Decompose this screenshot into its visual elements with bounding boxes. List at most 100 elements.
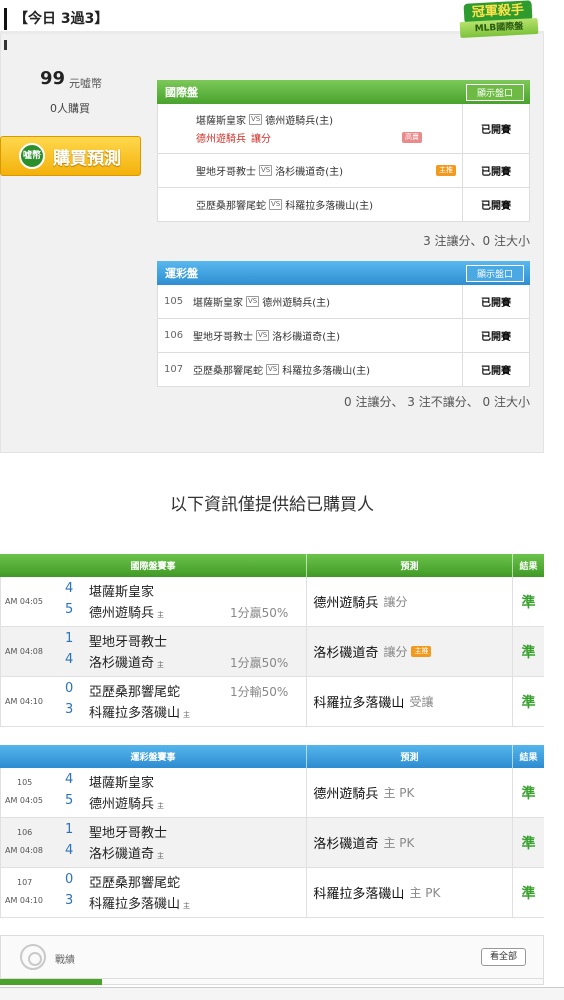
- price-unit: 元噓幣: [69, 77, 102, 90]
- buyer-count: 0人購買: [50, 102, 90, 115]
- home-team-line: 洛杉磯道奇主: [89, 843, 164, 862]
- game-status: 已開賽: [462, 353, 529, 386]
- home-score: 3: [65, 893, 74, 908]
- game-number: 107: [17, 878, 33, 887]
- target-icon: [20, 944, 46, 970]
- handicap-line: 1分輸50%: [230, 685, 289, 699]
- vs-icon: VS: [249, 114, 263, 125]
- game-time: AM 04:05: [5, 597, 43, 606]
- game-number: 105: [17, 778, 33, 787]
- home-team: 德州遊騎兵(主): [262, 298, 331, 309]
- away-score: 1: [65, 631, 74, 646]
- intl-show-odds-button[interactable]: 顯示盤口: [465, 83, 524, 101]
- vs-icon: VS: [269, 199, 283, 210]
- game-status: 已開賽: [462, 154, 529, 187]
- table-row: 105 AM 04:05 4 堪薩斯皇家 5 德州遊騎兵主 德州遊騎兵主 PK …: [0, 768, 544, 818]
- lottery-market-header: 運彩盤 顯示盤口: [157, 261, 530, 285]
- predicted-type: 受讓: [409, 695, 434, 709]
- home-team: 德州遊騎兵(主): [265, 116, 334, 127]
- lottery-market-row: 106 聖地牙哥教士 VS 洛杉磯道奇(主) 已開賽: [157, 319, 530, 353]
- handicap-line: 1分贏50%: [230, 656, 289, 670]
- vs-icon: VS: [266, 364, 280, 375]
- game-time: AM 04:08: [5, 846, 43, 855]
- col-header: 結果: [519, 562, 538, 572]
- intl-market-row: 亞歷桑那響尾蛇 VS 科羅拉多落磯山(主) 已開賽: [157, 188, 530, 222]
- home-team: 科羅拉多落磯山(主): [285, 201, 374, 212]
- intl-summary: 3 注讓分、0 注大小: [423, 234, 530, 248]
- home-team: 科羅拉多落磯山(主): [282, 366, 371, 377]
- away-team: 聖地牙哥教士: [89, 635, 168, 650]
- home-team: 科羅拉多落磯山: [89, 897, 181, 912]
- away-team: 堪薩斯皇家: [193, 298, 243, 309]
- predicted-team: 洛杉磯道奇: [313, 837, 379, 852]
- predicted-type: 主 PK: [409, 886, 441, 900]
- home-mark: 主: [183, 902, 191, 910]
- tab-active-indicator[interactable]: [0, 979, 102, 985]
- away-team: 亞歷桑那響尾蛇: [196, 201, 266, 212]
- vs-icon: VS: [246, 296, 260, 307]
- predicted-type: 讓分: [383, 645, 408, 659]
- see-all-button[interactable]: 看全部: [481, 948, 526, 966]
- home-team: 德州遊騎兵: [89, 797, 155, 812]
- pick-team: 德州遊騎兵: [196, 134, 246, 145]
- main-pick-tag: 主推: [436, 165, 456, 176]
- intl-market-row: 聖地牙哥教士 VS 洛杉磯道奇(主) 主推 已開賽: [157, 154, 530, 188]
- home-mark: 主: [157, 852, 165, 860]
- coin-icon: 噓幣: [19, 143, 45, 169]
- lottery-market-panel: 運彩盤 顯示盤口 105 堪薩斯皇家 VS 德州遊騎兵(主) 已開賽 106 聖…: [157, 261, 530, 387]
- game-status: 已開賽: [462, 319, 529, 352]
- away-score: 0: [65, 681, 74, 696]
- table-row: 107 AM 04:10 0 亞歷桑那響尾蛇 3 科羅拉多落磯山主 科羅拉多落磯…: [0, 868, 544, 918]
- home-team-line: 洛杉磯道奇主: [89, 652, 164, 671]
- lottery-results-table: 運彩盤賽事 預測 結果 105 AM 04:05 4 堪薩斯皇家 5 德州遊騎兵…: [0, 745, 544, 918]
- away-score: 4: [65, 772, 74, 787]
- game-time: AM 04:08: [5, 647, 43, 656]
- record-tabs: [0, 978, 544, 985]
- predicted-type: 主 PK: [383, 836, 415, 850]
- home-mark: 主: [157, 661, 165, 669]
- champion-badge: 冠軍殺手 MLB國際盤: [458, 0, 540, 42]
- predicted-type: 讓分: [383, 595, 408, 609]
- result-mark: 準: [521, 644, 536, 661]
- home-score: 5: [65, 602, 74, 617]
- game-number: 106: [17, 828, 33, 837]
- result-mark: 準: [521, 885, 536, 902]
- lottery-show-odds-button[interactable]: 顯示盤口: [465, 264, 524, 282]
- home-team: 洛杉磯道奇(主): [272, 332, 341, 343]
- col-header: 結果: [519, 753, 538, 763]
- result-mark: 準: [521, 694, 536, 711]
- price-amount: 99: [40, 68, 66, 89]
- handicap-line: 1分贏50%: [230, 606, 289, 620]
- predicted-team: 德州遊騎兵: [313, 787, 379, 802]
- lottery-market-row: 105 堪薩斯皇家 VS 德州遊騎兵(主) 已開賽: [157, 285, 530, 319]
- result-mark: 準: [521, 594, 536, 611]
- col-header: 國際盤賽事: [0, 554, 307, 577]
- away-score: 0: [65, 872, 74, 887]
- home-mark: 主: [157, 611, 165, 619]
- pick-type: 讓分: [251, 134, 271, 145]
- predicted-team: 科羅拉多落磯山: [313, 696, 405, 711]
- cursor-mark: [4, 40, 7, 50]
- game-time: AM 04:10: [5, 896, 43, 905]
- buy-button-label: 購買預測: [53, 148, 121, 169]
- home-team: 科羅拉多落磯山: [89, 706, 181, 721]
- table-row: 106 AM 04:08 1 聖地牙哥教士 4 洛杉磯道奇主 洛杉磯道奇主 PK…: [0, 818, 544, 868]
- game-time: AM 04:10: [5, 697, 43, 706]
- table-header: 國際盤賽事 預測 結果: [0, 554, 544, 577]
- badge-subtitle: MLB國際盤: [459, 17, 539, 39]
- result-mark: 準: [521, 835, 536, 852]
- game-status: 已開賽: [462, 104, 529, 153]
- away-score: 1: [65, 822, 74, 837]
- home-team: 德州遊騎兵: [89, 606, 155, 621]
- game-status: 已開賽: [462, 188, 529, 221]
- header-accent: [4, 8, 7, 30]
- table-header: 運彩盤賽事 預測 結果: [0, 745, 544, 768]
- home-team: 洛杉磯道奇: [89, 656, 155, 671]
- game-time: AM 04:05: [5, 796, 43, 805]
- predicted-team: 科羅拉多落磯山: [313, 887, 405, 902]
- intl-market-title: 國際盤: [165, 86, 198, 99]
- buy-prediction-button[interactable]: 噓幣 購買預測: [0, 136, 141, 176]
- away-team: 聖地牙哥教士: [89, 826, 168, 841]
- record-label: 戰績: [55, 955, 75, 966]
- home-score: 5: [65, 793, 74, 808]
